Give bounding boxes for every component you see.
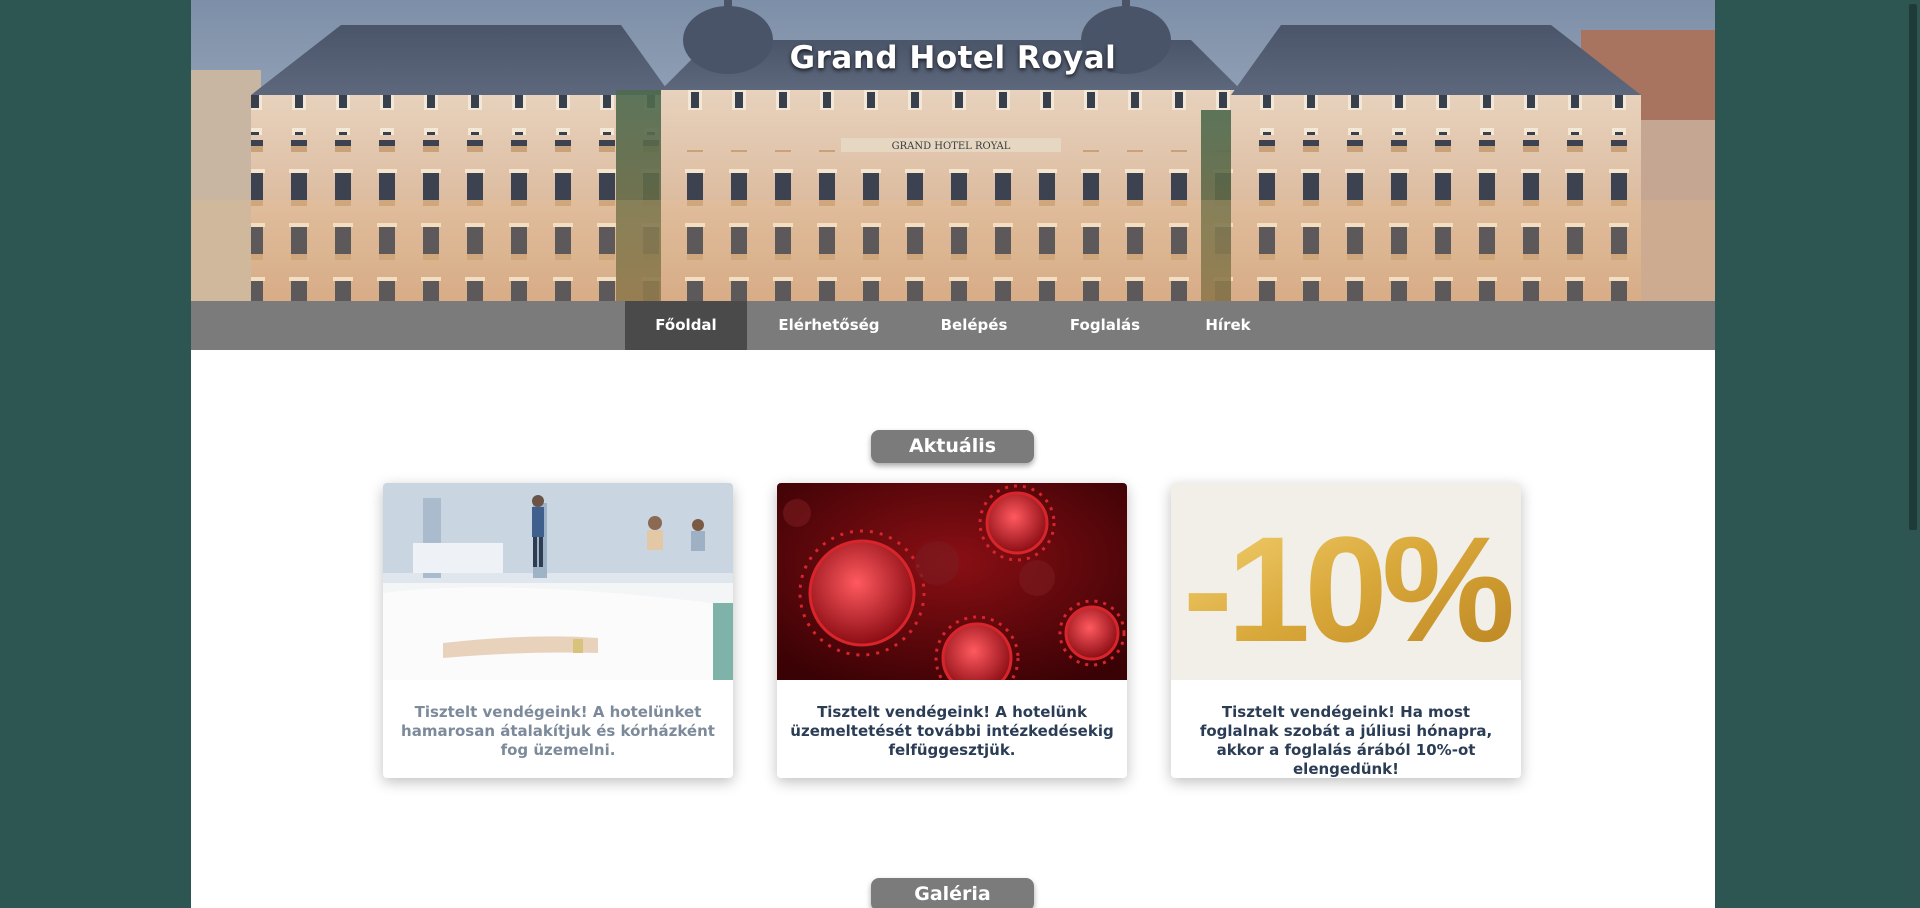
discount-image: -10% [1171,483,1521,680]
section-title-current: Aktuális [871,430,1034,463]
hotel-sign-text: GRAND HOTEL ROYAL [892,141,1011,152]
nav-item-booking[interactable]: Foglalás [1037,301,1173,350]
page-container: GRAND HOTEL ROYAL Grand Hotel Royal Főol… [191,0,1715,908]
hospital-ward-image [383,483,733,680]
news-card-text: Tisztelt vendégeink! A hotelünket hamaro… [401,703,715,759]
nav-item-contact[interactable]: Elérhetőség [747,301,911,350]
news-card[interactable]: -10% Tisztelt vendégeink! Ha most foglal… [1171,483,1521,778]
nav-item-login[interactable]: Belépés [911,301,1037,350]
scrollbar-thumb[interactable] [1909,4,1917,530]
section-title-gallery: Galéria [871,878,1034,908]
news-card[interactable]: Tisztelt vendégeink! A hotelünk üzemelte… [777,483,1127,778]
site-title: Grand Hotel Royal [789,40,1117,76]
coronavirus-image [777,483,1127,680]
hero-banner: GRAND HOTEL ROYAL Grand Hotel Royal [191,0,1715,301]
news-card-text: Tisztelt vendégeink! A hotelünk üzemelte… [790,703,1114,759]
news-card-text: Tisztelt vendégeink! Ha most foglalnak s… [1199,703,1493,778]
main-navigation: Főoldal Elérhetőség Belépés Foglalás Hír… [191,301,1715,350]
nav-item-home[interactable]: Főoldal [625,301,747,350]
news-card[interactable]: Tisztelt vendégeink! A hotelünket hamaro… [383,483,733,778]
nav-item-news[interactable]: Hírek [1173,301,1283,350]
page-scrollbar[interactable] [1905,0,1920,908]
discount-image-text: -10% [1183,505,1512,673]
